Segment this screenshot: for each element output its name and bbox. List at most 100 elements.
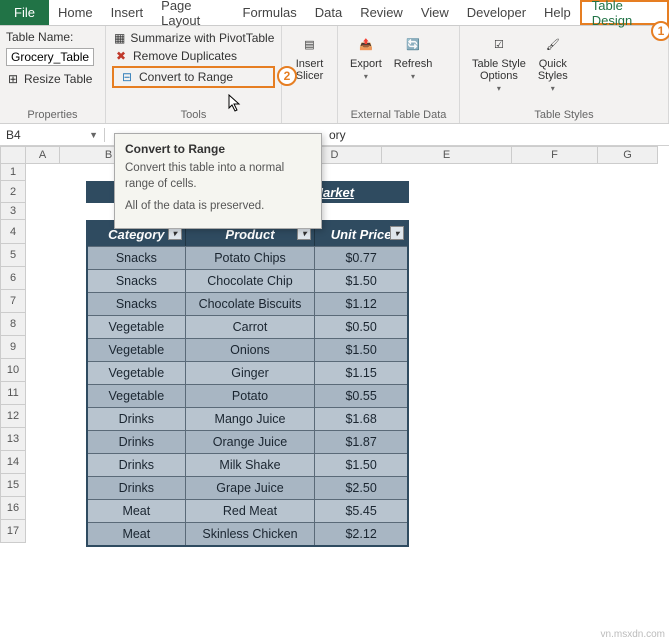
cell-price[interactable]: $1.12	[315, 293, 407, 315]
cell-prod[interactable]: Red Meat	[186, 500, 316, 522]
cell-cat[interactable]: Meat	[88, 523, 186, 545]
row-header[interactable]: 1	[0, 164, 26, 181]
tab-table-design[interactable]: Table Design 1	[580, 0, 669, 25]
cell-cat[interactable]: Vegetable	[88, 385, 186, 407]
row-header[interactable]: 11	[0, 382, 26, 405]
cell-price[interactable]: $0.77	[315, 247, 407, 269]
cell-cat[interactable]: Vegetable	[88, 316, 186, 338]
cell-price[interactable]: $1.87	[315, 431, 407, 453]
cell-prod[interactable]: Potato	[186, 385, 316, 407]
cell-price[interactable]: $1.68	[315, 408, 407, 430]
cell-prod[interactable]: Grape Juice	[186, 477, 316, 499]
row-header[interactable]: 8	[0, 313, 26, 336]
row-header[interactable]: 15	[0, 474, 26, 497]
quick-styles-button[interactable]: 🖌 Quick Styles ▾	[532, 30, 574, 95]
cell-price[interactable]: $1.50	[315, 270, 407, 292]
cell-prod[interactable]: Mango Juice	[186, 408, 316, 430]
tab-view[interactable]: View	[412, 0, 458, 25]
row-header[interactable]: 4	[0, 220, 26, 244]
cell-prod[interactable]: Potato Chips	[186, 247, 316, 269]
cell-price[interactable]: $5.45	[315, 500, 407, 522]
row-header[interactable]: 10	[0, 359, 26, 382]
cell-cat[interactable]: Snacks	[88, 247, 186, 269]
cell-price[interactable]: $1.15	[315, 362, 407, 384]
formula-bar-text[interactable]: ory	[323, 128, 352, 142]
cell-price[interactable]: $1.50	[315, 339, 407, 361]
table-row[interactable]: DrinksMango Juice$1.68	[88, 407, 407, 430]
filter-dropdown-icon[interactable]: ▾	[390, 226, 404, 240]
cell-prod[interactable]: Chocolate Biscuits	[186, 293, 316, 315]
col-header-g[interactable]: G	[598, 146, 658, 164]
table-row[interactable]: MeatSkinless Chicken$2.12	[88, 522, 407, 545]
refresh-button[interactable]: 🔄 Refresh ▾	[388, 30, 439, 83]
resize-table-button[interactable]: ⊞ Resize Table	[6, 72, 99, 86]
cell-prod[interactable]: Ginger	[186, 362, 316, 384]
table-row[interactable]: SnacksChocolate Chip$1.50	[88, 269, 407, 292]
table-style-options-button[interactable]: ☑ Table Style Options ▾	[466, 30, 532, 95]
row-header[interactable]: 6	[0, 267, 26, 290]
table-row[interactable]: DrinksOrange Juice$1.87	[88, 430, 407, 453]
row-header[interactable]: 12	[0, 405, 26, 428]
table-row[interactable]: VegetablePotato$0.55	[88, 384, 407, 407]
cell-cat[interactable]: Drinks	[88, 408, 186, 430]
tab-insert[interactable]: Insert	[102, 0, 153, 25]
row-header[interactable]: 7	[0, 290, 26, 313]
table-row[interactable]: MeatRed Meat$5.45	[88, 499, 407, 522]
cell-cat[interactable]: Drinks	[88, 477, 186, 499]
table-name-input[interactable]	[6, 48, 94, 66]
tab-formulas[interactable]: Formulas	[234, 0, 306, 25]
tab-developer[interactable]: Developer	[458, 0, 535, 25]
select-all-corner[interactable]	[0, 146, 26, 164]
name-box[interactable]: B4 ▼	[0, 128, 105, 142]
table-row[interactable]: DrinksGrape Juice$2.50	[88, 476, 407, 499]
table-row[interactable]: SnacksChocolate Biscuits$1.12	[88, 292, 407, 315]
group-properties-label: Properties	[6, 109, 99, 121]
row-header[interactable]: 17	[0, 520, 26, 543]
col-header-e[interactable]: E	[382, 146, 512, 164]
row-header[interactable]: 5	[0, 244, 26, 267]
cell-prod[interactable]: Chocolate Chip	[186, 270, 316, 292]
table-row[interactable]: VegetableCarrot$0.50	[88, 315, 407, 338]
cell-cat[interactable]: Meat	[88, 500, 186, 522]
table-row[interactable]: SnacksPotato Chips$0.77	[88, 246, 407, 269]
cell-cat[interactable]: Vegetable	[88, 362, 186, 384]
cell-prod[interactable]: Orange Juice	[186, 431, 316, 453]
row-header[interactable]: 9	[0, 336, 26, 359]
file-tab[interactable]: File	[0, 0, 49, 25]
header-unit-price[interactable]: Unit Price ▾	[315, 222, 407, 246]
export-button[interactable]: 📤 Export ▾	[344, 30, 388, 83]
cell-cat[interactable]: Drinks	[88, 454, 186, 476]
tab-home[interactable]: Home	[49, 0, 102, 25]
cell-price[interactable]: $1.50	[315, 454, 407, 476]
cell-prod[interactable]: Onions	[186, 339, 316, 361]
col-header-a[interactable]: A	[26, 146, 60, 164]
cell-prod[interactable]: Skinless Chicken	[186, 523, 316, 545]
cell-price[interactable]: $0.50	[315, 316, 407, 338]
tab-help[interactable]: Help	[535, 0, 580, 25]
row-header[interactable]: 2	[0, 181, 26, 203]
row-header[interactable]: 14	[0, 451, 26, 474]
row-header[interactable]: 3	[0, 203, 26, 220]
table-row[interactable]: DrinksMilk Shake$1.50	[88, 453, 407, 476]
tab-page-layout[interactable]: Page Layout	[152, 0, 233, 25]
cell-prod[interactable]: Carrot	[186, 316, 316, 338]
cell-price[interactable]: $2.50	[315, 477, 407, 499]
remove-duplicates-button[interactable]: ✖ Remove Duplicates	[112, 48, 275, 64]
group-tools-label: Tools	[112, 109, 275, 121]
row-header[interactable]: 13	[0, 428, 26, 451]
cell-cat[interactable]: Snacks	[88, 270, 186, 292]
table-row[interactable]: VegetableGinger$1.15	[88, 361, 407, 384]
col-header-f[interactable]: F	[512, 146, 598, 164]
cell-cat[interactable]: Drinks	[88, 431, 186, 453]
cell-cat[interactable]: Vegetable	[88, 339, 186, 361]
cell-prod[interactable]: Milk Shake	[186, 454, 316, 476]
row-header[interactable]: 16	[0, 497, 26, 520]
summarize-pivot-button[interactable]: ▦ Summarize with PivotTable	[112, 30, 275, 46]
cell-price[interactable]: $0.55	[315, 385, 407, 407]
table-row[interactable]: VegetableOnions$1.50	[88, 338, 407, 361]
cell-price[interactable]: $2.12	[315, 523, 407, 545]
tab-data[interactable]: Data	[306, 0, 351, 25]
cell-cat[interactable]: Snacks	[88, 293, 186, 315]
tab-review[interactable]: Review	[351, 0, 412, 25]
convert-to-range-button[interactable]: ⊟ Convert to Range 2	[112, 66, 275, 88]
